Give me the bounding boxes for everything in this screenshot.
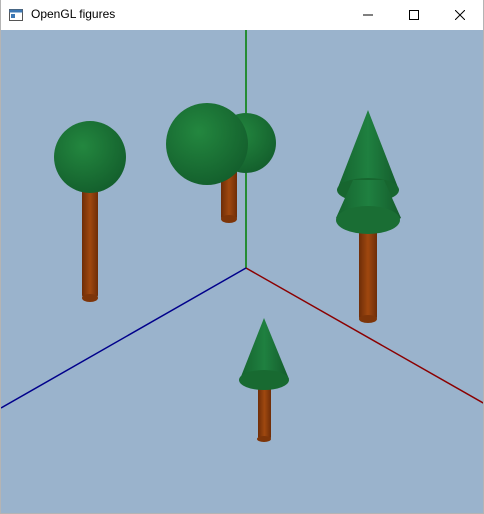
scene-canvas (1, 30, 483, 442)
opengl-viewport[interactable] (1, 30, 483, 513)
z-axis (1, 267, 247, 409)
cone-tree-right (336, 110, 401, 323)
title-bar[interactable]: OpenGL figures (1, 0, 483, 30)
maximize-button[interactable] (391, 0, 437, 30)
maximize-icon (409, 10, 419, 20)
minimize-button[interactable] (345, 0, 391, 30)
app-window-icon (9, 8, 23, 21)
round-tree-left (54, 121, 126, 302)
cone-tree-small (239, 318, 289, 442)
window-title: OpenGL figures (31, 7, 116, 21)
minimize-icon (363, 14, 373, 16)
close-button[interactable] (437, 0, 483, 30)
app-window: OpenGL figures (0, 0, 484, 514)
round-tree-center (166, 103, 276, 223)
close-icon (455, 10, 465, 20)
